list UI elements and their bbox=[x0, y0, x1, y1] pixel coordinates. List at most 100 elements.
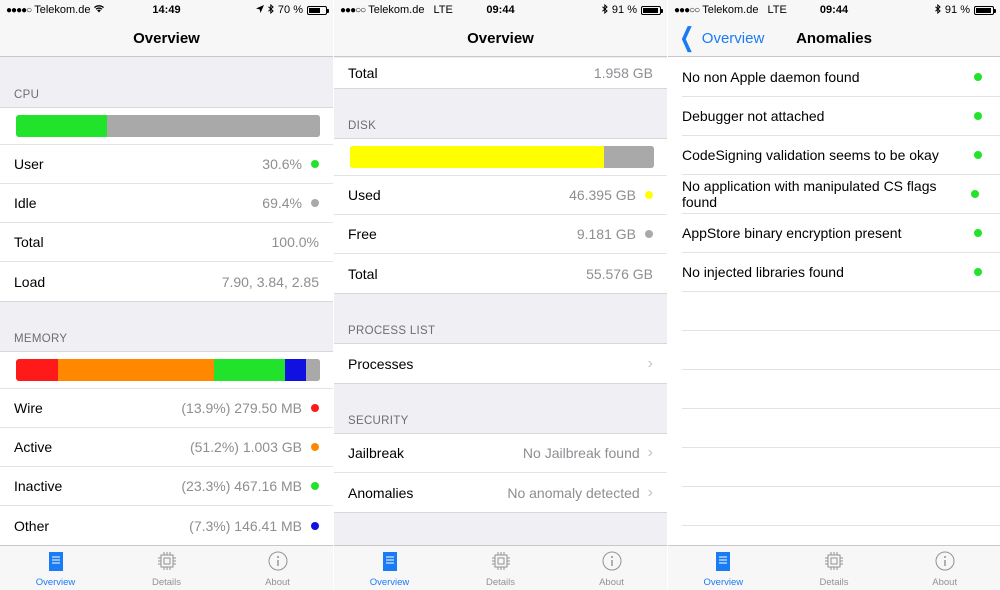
legend-dot-icon bbox=[311, 482, 319, 490]
empty-row bbox=[682, 292, 1000, 331]
memory-row: Inactive (23.3%) 467.16 MB bbox=[0, 467, 333, 506]
tab-label: Overview bbox=[703, 577, 744, 588]
tab-about[interactable]: About bbox=[556, 546, 667, 590]
cpu-row: Total 100.0% bbox=[0, 223, 333, 262]
tab-details[interactable]: Details bbox=[445, 546, 556, 590]
row-value: (51.2%) 1.003 GB bbox=[189, 439, 302, 455]
cpu-usage-bar bbox=[16, 115, 320, 137]
bar-segment bbox=[213, 359, 285, 381]
status-ok-dot-icon bbox=[974, 268, 982, 276]
row-value: (7.3%) 146.41 MB bbox=[189, 517, 302, 534]
page-title: Overview bbox=[133, 29, 200, 47]
legend-dot-icon bbox=[645, 230, 653, 238]
anomaly-label: No application with manipulated CS flags… bbox=[682, 178, 937, 210]
back-label: Overview bbox=[701, 30, 765, 47]
empty-row bbox=[682, 370, 1000, 409]
row-value: No anomaly detected bbox=[507, 484, 640, 501]
legend-dot-icon bbox=[645, 191, 653, 199]
memory-total-row: Total 1.958 GB bbox=[334, 58, 667, 88]
processes-row[interactable]: Processes › bbox=[334, 344, 667, 383]
row-label: Wire bbox=[14, 400, 43, 416]
tab-about[interactable]: About bbox=[222, 546, 333, 590]
tab-overview[interactable]: Overview bbox=[334, 546, 445, 590]
cpu-group: User 30.6% Idle 69.4% Total 100.0% Load 7.90, 3… bbox=[0, 107, 333, 302]
status-ok-dot-icon bbox=[974, 112, 982, 120]
tab-label: About bbox=[932, 577, 958, 588]
tab-label: About bbox=[265, 577, 290, 588]
cpu-row: Idle 69.4% bbox=[0, 184, 333, 223]
bar-segment bbox=[603, 146, 654, 168]
chip-icon bbox=[824, 551, 844, 574]
tab-bar: Overview Details About bbox=[334, 545, 667, 590]
status-bar: ●●●○○ Telekom.de LTE 09:44 91 % bbox=[668, 0, 1000, 20]
tab-label: About bbox=[599, 577, 624, 588]
security-row[interactable]: Jailbreak No Jailbreak found › bbox=[334, 434, 667, 473]
anomaly-row: No application with manipulated CS flags… bbox=[682, 175, 1000, 214]
row-label: Inactive bbox=[14, 478, 63, 494]
empty-row bbox=[682, 331, 1000, 370]
tab-overview[interactable]: Overview bbox=[0, 546, 111, 590]
tab-bar: Overview Details About bbox=[0, 545, 333, 590]
row-label: Load bbox=[14, 273, 46, 290]
empty-row bbox=[682, 448, 1000, 487]
nav-bar: ❮ Overview Anomalies bbox=[668, 20, 1000, 57]
battery-percent: 70 % bbox=[277, 4, 303, 16]
bar-segment bbox=[350, 146, 604, 168]
row-value: (23.3%) 467.16 MB bbox=[181, 478, 302, 494]
section-header-cpu: CPU bbox=[14, 89, 40, 101]
back-button[interactable]: ❮ Overview bbox=[676, 20, 764, 57]
wifi-icon bbox=[93, 4, 105, 16]
memory-row: Other (7.3%) 146.41 MB bbox=[0, 506, 333, 545]
security-row[interactable]: Anomalies No anomaly detected › bbox=[334, 473, 667, 512]
row-label: Used bbox=[348, 187, 381, 203]
tab-overview[interactable]: Overview bbox=[668, 546, 779, 590]
anomaly-label: Debugger not attached bbox=[682, 108, 825, 124]
battery-icon bbox=[974, 5, 996, 15]
empty-row bbox=[682, 487, 1000, 526]
signal-icon: ●●●○○ bbox=[674, 4, 700, 16]
carrier-label: Telekom.de bbox=[368, 4, 425, 16]
tab-label: Details bbox=[819, 577, 849, 588]
anomaly-row: AppStore binary encryption present bbox=[682, 214, 1000, 253]
section-header-disk: DISK bbox=[348, 120, 377, 132]
tab-details[interactable]: Details bbox=[779, 546, 890, 590]
memory-group: Wire (13.9%) 279.50 MB Active (51.2%) 1.003… bbox=[0, 351, 333, 545]
tab-details[interactable]: Details bbox=[111, 546, 222, 590]
anomaly-list: No non Apple daemon found Debugger not at… bbox=[668, 58, 1000, 545]
screen-overview-cpu-memory: ●●●●○ Telekom.de 14:49 70 % Overview CPU… bbox=[0, 0, 333, 590]
document-icon bbox=[382, 552, 397, 574]
nav-bar: Overview bbox=[334, 20, 667, 57]
row-value: 9.181 GB bbox=[576, 226, 636, 242]
disk-usage-bar bbox=[350, 146, 654, 168]
signal-icon: ●●●●○ bbox=[6, 4, 32, 16]
chevron-left-icon: ❮ bbox=[679, 22, 695, 52]
row-label: User bbox=[14, 156, 44, 172]
disk-group: Used 46.395 GB Free 9.181 GB Total 55.576 GB bbox=[334, 138, 667, 294]
memory-row: Active (51.2%) 1.003 GB bbox=[0, 428, 333, 467]
chip-icon bbox=[491, 551, 511, 574]
row-label: Processes bbox=[348, 355, 414, 372]
row-label: Free bbox=[348, 226, 377, 242]
info-icon bbox=[935, 551, 955, 574]
section-header-security: SECURITY bbox=[348, 415, 409, 427]
status-ok-dot-icon bbox=[974, 73, 982, 81]
status-ok-dot-icon bbox=[974, 229, 982, 237]
bar-segment bbox=[107, 115, 320, 137]
document-icon bbox=[716, 552, 731, 574]
page-title: Overview bbox=[467, 29, 534, 47]
empty-row bbox=[682, 409, 1000, 448]
bluetooth-icon bbox=[602, 3, 608, 17]
legend-dot-icon bbox=[311, 160, 319, 168]
carrier-label: Telekom.de bbox=[702, 4, 759, 16]
battery-percent: 91 % bbox=[611, 4, 637, 16]
screen-overview-disk-security: ●●●○○ Telekom.de LTE 09:44 91 % Overview… bbox=[334, 0, 667, 590]
row-label: Idle bbox=[14, 195, 37, 211]
row-value: 55.576 GB bbox=[586, 265, 653, 282]
status-bar: ●●●●○ Telekom.de 14:49 70 % bbox=[0, 0, 333, 20]
legend-dot-icon bbox=[311, 443, 319, 451]
tab-about[interactable]: About bbox=[889, 546, 1000, 590]
legend-dot-icon bbox=[311, 521, 319, 530]
info-icon bbox=[602, 551, 622, 574]
row-label: Jailbreak bbox=[348, 445, 405, 461]
row-label: Active bbox=[14, 439, 53, 455]
